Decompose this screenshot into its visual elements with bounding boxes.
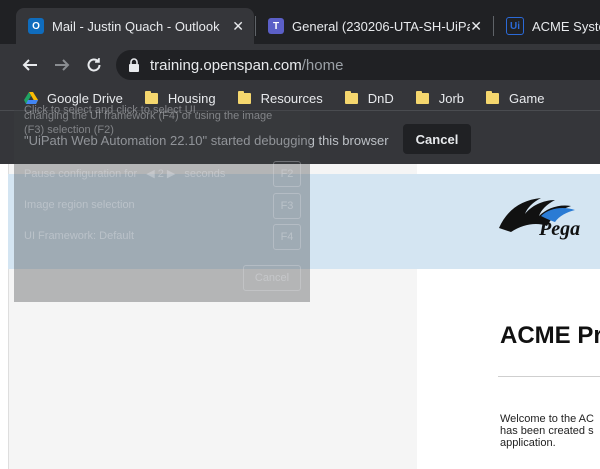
tab-title: General (230206-UTA-SH-UiPath) <box>292 18 470 34</box>
bookmark-label: Resources <box>260 90 323 106</box>
folder-icon <box>237 90 251 104</box>
pause-config-label: Pause configuration for <box>24 168 138 180</box>
folder-icon <box>415 90 429 104</box>
cancel-debugging-button[interactable]: Cancel <box>403 124 471 154</box>
forward-arrow-icon <box>55 59 70 71</box>
reload-button[interactable] <box>81 52 107 78</box>
teams-icon: T <box>268 18 284 34</box>
bookmark-label: Game <box>509 90 545 106</box>
welcome-text: Welcome to the AC has been created s app… <box>500 413 594 449</box>
reload-icon <box>87 58 101 72</box>
address-bar[interactable]: training.openspan.com/home <box>116 50 600 80</box>
tab-divider <box>255 16 256 36</box>
pause-config-value[interactable]: ◀ 2 ▶ <box>146 168 175 180</box>
back-arrow-icon <box>22 59 37 71</box>
tab-strip: O Mail - Justin Quach - Outlook ✕ T Gene… <box>0 0 600 44</box>
pause-config-row: Pause configuration for ◀ 2 ▶ seconds <box>24 167 225 180</box>
uipath-icon: Ui <box>506 17 524 35</box>
tab-acme[interactable]: Ui ACME System <box>494 8 600 44</box>
ui-framework-shortcut-key: F4 <box>273 224 301 250</box>
browser-toolbar: training.openspan.com/home <box>0 44 600 86</box>
bookmark-resources[interactable]: Resources <box>237 90 323 106</box>
heading-divider <box>498 376 600 377</box>
bookmark-game[interactable]: Game <box>486 90 545 106</box>
welcome-line: Welcome to the AC <box>500 413 594 425</box>
helper-cancel-button[interactable]: Cancel <box>243 265 301 291</box>
tab-outlook[interactable]: O Mail - Justin Quach - Outlook ✕ <box>16 8 254 44</box>
tab-teams[interactable]: T General (230206-UTA-SH-UiPath) ✕ <box>256 8 492 44</box>
ui-framework-label: UI Framework: Default <box>24 230 135 242</box>
image-region-label: Image region selection <box>24 199 135 211</box>
welcome-line: application. <box>500 437 556 449</box>
close-icon[interactable]: ✕ <box>470 18 482 35</box>
welcome-line: has been created s <box>500 425 594 437</box>
bookmark-label: Jorb <box>438 90 465 106</box>
folder-icon <box>144 90 158 104</box>
forward-button[interactable] <box>49 52 75 78</box>
pega-logo-text: Pega <box>539 218 581 240</box>
folder-icon <box>344 90 358 104</box>
bookmark-dnd[interactable]: DnD <box>344 90 394 106</box>
bookmark-label: DnD <box>367 90 394 106</box>
url-host: training.openspan.com <box>150 56 302 74</box>
selection-helper-overlay: Click to select and click to select UI, … <box>14 104 310 302</box>
back-button[interactable] <box>17 52 43 78</box>
bookmark-jorb[interactable]: Jorb <box>415 90 465 106</box>
pause-shortcut-key: F2 <box>273 161 301 187</box>
google-drive-icon <box>24 92 38 104</box>
outlook-icon: O <box>28 18 44 34</box>
url-path: /home <box>301 56 344 74</box>
helper-text-line: changing the UI framework (F4) or using … <box>24 110 273 122</box>
folder-icon <box>486 90 500 104</box>
tab-title: Mail - Justin Quach - Outlook <box>52 18 220 34</box>
pause-config-unit: seconds <box>184 168 226 180</box>
helper-text-line: (F3) selection (F2) <box>24 124 114 136</box>
close-icon[interactable]: ✕ <box>232 18 244 35</box>
tab-title: ACME System <box>532 18 600 34</box>
page-heading: ACME Pr <box>500 322 600 349</box>
image-region-shortcut-key: F3 <box>273 193 301 219</box>
lock-icon <box>129 58 139 72</box>
